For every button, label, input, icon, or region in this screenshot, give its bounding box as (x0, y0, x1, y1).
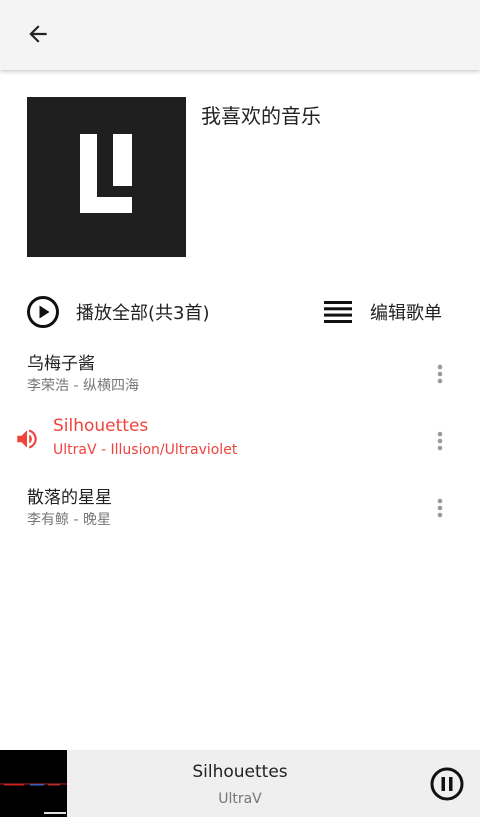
song-subtitle: UltraV - Illusion/Ultraviolet (53, 442, 238, 458)
playlist-actions: 播放全部(共3首) 编辑歌单 (0, 290, 480, 334)
song-title: 散落的星星 (27, 488, 112, 508)
song-more-button[interactable] (428, 424, 452, 458)
more-vert-icon (437, 431, 443, 451)
now-playing-title: Silhouettes (192, 762, 288, 782)
play-all-label: 播放全部(共3首) (76, 303, 210, 324)
playlist-cover[interactable] (27, 97, 186, 257)
album-cover-logo (80, 134, 132, 213)
song-subtitle: 李有鲸 - 晚星 (27, 512, 111, 528)
song-title: 乌梅子酱 (27, 354, 95, 374)
play-circle-icon (27, 296, 59, 328)
mini-player[interactable]: Silhouettes UltraV (0, 750, 480, 817)
song-more-button[interactable] (428, 357, 452, 391)
speaker-icon (17, 429, 37, 449)
song-title: Silhouettes (53, 416, 149, 436)
edit-playlist-button[interactable]: 编辑歌单 (324, 290, 442, 334)
pause-circle-icon (430, 767, 464, 801)
now-playing-artist: UltraV (218, 791, 262, 807)
song-row[interactable]: 乌梅子酱 李荣浩 - 纵横四海 (0, 345, 480, 405)
more-vert-icon (437, 498, 443, 518)
more-vert-icon (437, 364, 443, 384)
song-row[interactable]: 散落的星星 李有鲸 - 晚星 (0, 479, 480, 539)
edit-playlist-label: 编辑歌单 (370, 303, 442, 324)
play-all-button[interactable]: 播放全部(共3首) (26, 290, 210, 334)
top-app-bar (0, 0, 480, 70)
song-row-now-playing[interactable]: Silhouettes UltraV - Illusion/Ultraviole… (0, 412, 480, 472)
pause-button[interactable] (429, 766, 465, 802)
playlist-title: 我喜欢的音乐 (201, 104, 321, 128)
list-icon (324, 301, 352, 323)
song-subtitle: 李荣浩 - 纵横四海 (27, 378, 139, 394)
song-more-button[interactable] (428, 491, 452, 525)
back-button[interactable] (18, 16, 58, 52)
arrow-left-icon (29, 25, 47, 43)
